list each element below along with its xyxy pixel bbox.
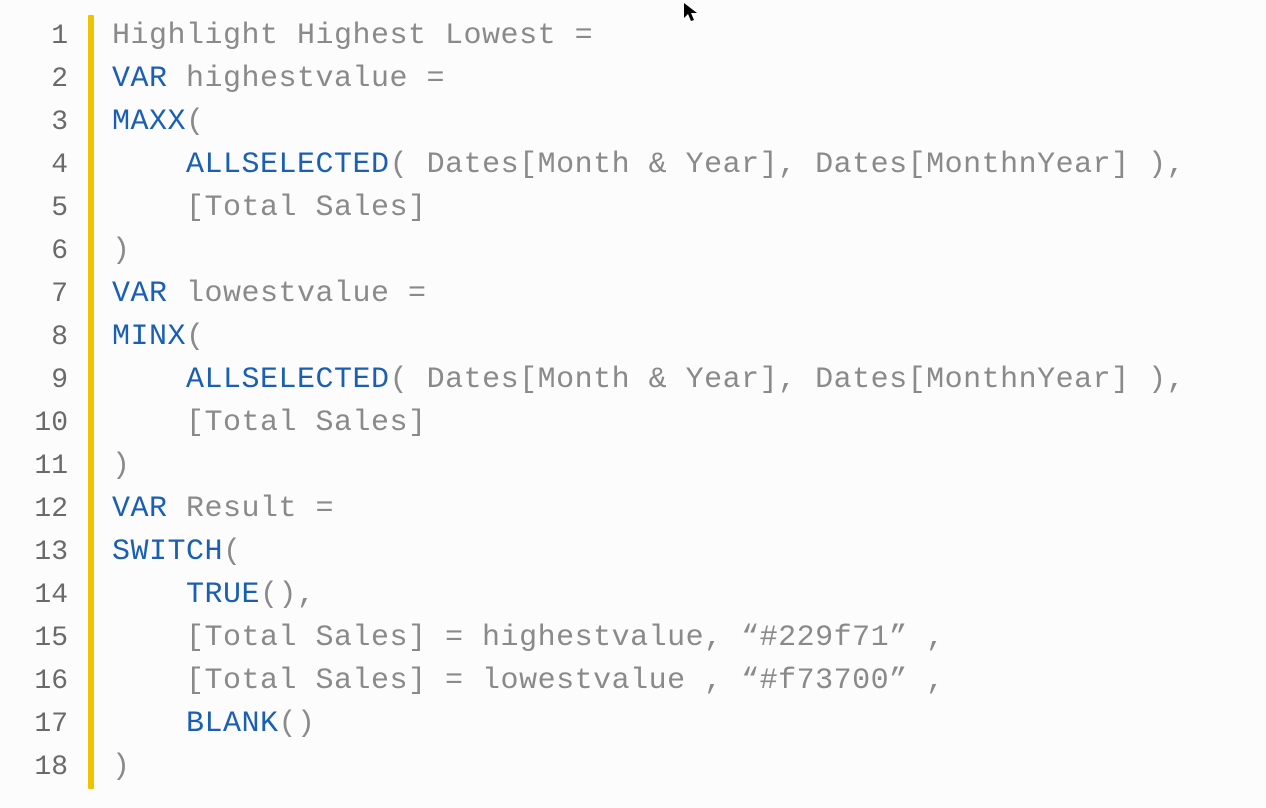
line-number: 18 <box>34 746 68 789</box>
line-number: 15 <box>34 617 68 660</box>
code-line[interactable]: [Total Sales] = highestvalue, “#229f71” … <box>112 617 1266 660</box>
text-token <box>112 578 186 612</box>
text-token <box>112 707 186 741</box>
text-token: ( <box>186 105 205 139</box>
line-number: 9 <box>51 359 68 402</box>
function-token: MINX <box>112 320 186 354</box>
text-token: [Total Sales] = lowestvalue , “#f73700” … <box>112 664 945 698</box>
text-token: [Total Sales] <box>112 406 427 440</box>
code-line[interactable]: TRUE(), <box>112 574 1266 617</box>
line-number: 10 <box>34 402 68 445</box>
line-number: 16 <box>34 660 68 703</box>
code-line[interactable]: MAXX( <box>112 101 1266 144</box>
line-number: 12 <box>34 488 68 531</box>
code-area[interactable]: Highlight Highest Lowest = VAR highestval… <box>112 15 1266 808</box>
text-token: ( Dates[Month & Year], Dates[MonthnYear]… <box>390 148 1186 182</box>
text-token: ( <box>223 535 242 569</box>
text-token: ( Dates[Month & Year], Dates[MonthnYear]… <box>390 363 1186 397</box>
code-line[interactable]: Highlight Highest Lowest = <box>112 15 1266 58</box>
change-indicator-bar <box>88 15 94 789</box>
text-token: Highlight Highest Lowest = <box>112 19 593 53</box>
line-number: 2 <box>51 58 68 101</box>
line-number: 8 <box>51 316 68 359</box>
keyword-token: VAR <box>112 277 168 311</box>
line-number: 17 <box>34 703 68 746</box>
code-line[interactable]: ) <box>112 746 1266 789</box>
code-line[interactable]: SWITCH( <box>112 531 1266 574</box>
function-token: BLANK <box>186 707 279 741</box>
text-token <box>112 148 186 182</box>
function-token: ALLSELECTED <box>186 148 390 182</box>
text-token: [Total Sales] = highestvalue, “#229f71” … <box>112 621 945 655</box>
text-token: (), <box>260 578 316 612</box>
code-line[interactable]: ) <box>112 445 1266 488</box>
code-line[interactable]: ALLSELECTED( Dates[Month & Year], Dates[… <box>112 144 1266 187</box>
line-number-gutter: 123456789101112131415161718 <box>0 15 88 808</box>
function-token: TRUE <box>186 578 260 612</box>
code-line[interactable]: [Total Sales] = lowestvalue , “#f73700” … <box>112 660 1266 703</box>
keyword-token: VAR <box>112 62 168 96</box>
line-number: 6 <box>51 230 68 273</box>
keyword-token: VAR <box>112 492 168 526</box>
text-token: () <box>279 707 316 741</box>
text-token: ( <box>186 320 205 354</box>
text-token: highestvalue = <box>168 62 446 96</box>
text-token <box>112 363 186 397</box>
text-token: lowestvalue = <box>168 277 427 311</box>
code-line[interactable]: ALLSELECTED( Dates[Month & Year], Dates[… <box>112 359 1266 402</box>
code-line[interactable]: VAR Result = <box>112 488 1266 531</box>
line-number: 14 <box>34 574 68 617</box>
code-line[interactable]: ) <box>112 230 1266 273</box>
code-line[interactable]: VAR highestvalue = <box>112 58 1266 101</box>
text-token: Result = <box>168 492 335 526</box>
function-token: ALLSELECTED <box>186 363 390 397</box>
text-token: [Total Sales] <box>112 191 427 225</box>
code-line[interactable]: BLANK() <box>112 703 1266 746</box>
code-line[interactable]: VAR lowestvalue = <box>112 273 1266 316</box>
function-token: SWITCH <box>112 535 223 569</box>
line-number: 3 <box>51 101 68 144</box>
line-number: 5 <box>51 187 68 230</box>
text-token: ) <box>112 234 131 268</box>
line-number: 11 <box>34 445 68 488</box>
line-number: 1 <box>51 15 68 58</box>
formula-editor[interactable]: 123456789101112131415161718 Highlight Hi… <box>0 0 1266 808</box>
code-line[interactable]: MINX( <box>112 316 1266 359</box>
line-number: 13 <box>34 531 68 574</box>
function-token: MAXX <box>112 105 186 139</box>
code-line[interactable]: [Total Sales] <box>112 187 1266 230</box>
line-number: 4 <box>51 144 68 187</box>
code-line[interactable]: [Total Sales] <box>112 402 1266 445</box>
text-token: ) <box>112 750 131 784</box>
line-number: 7 <box>51 273 68 316</box>
text-token: ) <box>112 449 131 483</box>
